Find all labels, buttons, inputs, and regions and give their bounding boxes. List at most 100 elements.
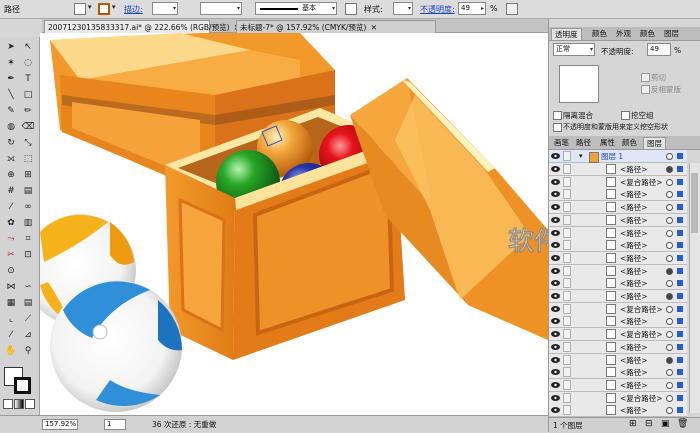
tab-transparency[interactable]: 透明度 xyxy=(551,28,582,40)
layer-item-row[interactable]: <路径> xyxy=(549,239,687,253)
chevron-down-icon[interactable]: ▾ xyxy=(112,3,116,11)
delete-layer-icon[interactable]: 🗑 xyxy=(677,419,688,429)
eye-icon[interactable] xyxy=(551,369,560,376)
eye-icon[interactable] xyxy=(551,293,560,299)
lock-toggle[interactable] xyxy=(563,303,571,314)
mesh-tool-icon[interactable]: # xyxy=(3,184,19,199)
none-mode-icon[interactable] xyxy=(25,399,35,409)
item-label[interactable]: <路径> xyxy=(620,214,648,227)
opacity-field[interactable]: 49 ▸ xyxy=(458,2,486,15)
lock-toggle[interactable] xyxy=(563,176,571,187)
eye-icon[interactable] xyxy=(551,381,560,388)
item-label[interactable]: <路径> xyxy=(620,227,648,240)
lock-toggle[interactable] xyxy=(563,202,571,213)
twirl-tool-icon[interactable]: ∽ xyxy=(20,280,36,295)
page-number-field[interactable]: 1 xyxy=(104,419,126,430)
rectangle-tool-icon[interactable]: □ xyxy=(20,88,36,103)
lock-toggle[interactable] xyxy=(563,291,571,301)
eye-icon[interactable] xyxy=(551,216,560,223)
expand-triangle-icon[interactable]: ▾ xyxy=(579,150,583,163)
artboard-tool-icon[interactable]: ⊡ xyxy=(20,248,36,263)
target-circle-icon[interactable] xyxy=(666,242,673,250)
opacity-mask-define-checkbox[interactable] xyxy=(553,123,562,132)
eye-icon[interactable] xyxy=(551,267,560,274)
paintbrush-icon[interactable]: ✎ xyxy=(3,104,19,119)
item-label[interactable]: <路径> xyxy=(620,341,648,354)
line-tool-icon[interactable]: ╲ xyxy=(3,88,19,103)
color-mode-icon[interactable] xyxy=(3,399,13,409)
item-label[interactable]: <路径> xyxy=(620,163,648,176)
item-label[interactable]: <路径> xyxy=(620,379,648,392)
eye-icon[interactable] xyxy=(551,229,560,236)
target-circle-icon[interactable] xyxy=(666,318,673,326)
stroke-label[interactable]: 描边: xyxy=(124,4,143,15)
target-circle-icon[interactable] xyxy=(666,305,673,313)
eye-icon[interactable] xyxy=(551,178,560,185)
item-label[interactable]: <路径> xyxy=(620,404,648,417)
chevron-down-icon[interactable]: ▾ xyxy=(88,3,92,11)
blend-mode-dropdown[interactable]: 正常 ▾ xyxy=(553,43,595,56)
tab-brushes[interactable]: 画笔 xyxy=(551,137,572,149)
target-circle-icon[interactable] xyxy=(666,178,673,186)
lock-toggle[interactable] xyxy=(563,329,571,340)
layer-row-main[interactable]: ▾ 图层 1 xyxy=(549,150,687,163)
item-label[interactable]: <路径> xyxy=(620,290,648,303)
stroke-swatch[interactable] xyxy=(98,3,110,15)
eraser-icon[interactable]: ⌫ xyxy=(20,120,36,135)
layer-item-row[interactable]: <路径> xyxy=(549,213,687,227)
tab-color-guide[interactable]: 颜色 xyxy=(637,28,658,40)
item-label[interactable]: <复合路径> xyxy=(620,328,663,341)
target-circle-icon[interactable] xyxy=(666,153,673,160)
knockout-group-checkbox[interactable] xyxy=(621,111,630,120)
free-transform-icon[interactable]: ⬚ xyxy=(20,152,36,167)
lock-toggle[interactable] xyxy=(563,189,571,200)
gradient-tool-icon[interactable]: ▤ xyxy=(20,184,36,199)
pen-tool-icon[interactable]: ✒ xyxy=(3,72,19,87)
eyedropper-2-icon[interactable]: ⁄ xyxy=(3,328,19,343)
layer-item-row[interactable]: <路径> xyxy=(549,315,687,329)
lock-toggle[interactable] xyxy=(563,405,571,416)
close-icon[interactable]: ✕ xyxy=(371,23,377,32)
tab-layers[interactable]: 图层 xyxy=(643,137,666,149)
target-circle-icon[interactable] xyxy=(666,191,673,199)
tab-swatches[interactable]: 颜色 xyxy=(619,137,640,149)
layer-item-row[interactable]: <路径> xyxy=(549,378,687,392)
eye-icon[interactable] xyxy=(551,356,560,363)
artboard-canvas[interactable]: 软件自学网 xyxy=(40,33,548,415)
bar-graph-icon[interactable]: ▤ xyxy=(20,296,36,311)
isolate-blending-checkbox[interactable] xyxy=(553,111,562,120)
layer-item-row[interactable]: <路径> xyxy=(549,404,687,418)
perspective-grid-icon[interactable]: ⊞ xyxy=(20,168,36,183)
layer-name[interactable]: 图层 1 xyxy=(601,150,623,163)
scissors-icon[interactable]: ✂ xyxy=(3,248,19,263)
layer-item-row[interactable]: <复合路径> xyxy=(549,175,687,189)
item-label[interactable]: <复合路径> xyxy=(620,392,663,405)
width-tool-icon[interactable]: ⟗ xyxy=(3,152,19,167)
lock-toggle[interactable] xyxy=(563,151,571,161)
warp-tool-icon[interactable]: ⋈ xyxy=(3,280,19,295)
new-layer-icon[interactable]: ⊞ xyxy=(629,419,637,429)
eye-icon[interactable] xyxy=(551,394,560,401)
layer-item-row[interactable]: <复合路径> xyxy=(549,302,687,316)
slice-tool-icon[interactable]: ⌗ xyxy=(20,232,36,247)
eye-icon[interactable] xyxy=(551,191,560,198)
scrollbar-thumb[interactable] xyxy=(691,173,698,233)
target-circle-icon[interactable] xyxy=(666,394,673,402)
type-tool-icon[interactable]: T xyxy=(20,72,36,87)
pencil-icon[interactable]: ✏ xyxy=(20,104,36,119)
stroke-weight-field[interactable]: ▾ xyxy=(152,2,178,15)
lock-toggle[interactable] xyxy=(563,240,571,251)
item-label[interactable]: <路径> xyxy=(620,188,648,201)
target-circle-icon[interactable] xyxy=(666,343,673,351)
shape-builder-icon[interactable]: ⊕ xyxy=(3,168,19,183)
lock-toggle[interactable] xyxy=(563,392,571,403)
opacity-label[interactable]: 不透明度: xyxy=(420,4,455,15)
eye-icon[interactable] xyxy=(551,153,560,159)
layer-item-row[interactable]: <路径> xyxy=(549,277,687,291)
crop-tool-icon[interactable]: ⌞ xyxy=(3,312,19,327)
eye-icon[interactable] xyxy=(551,331,560,338)
item-label[interactable]: <路径> xyxy=(620,252,648,265)
eye-icon[interactable] xyxy=(551,204,560,211)
layers-scrollbar[interactable] xyxy=(689,163,700,413)
tab-document-1[interactable]: 20071230135833317.ai* @ 222.66% (RGB/预览)… xyxy=(44,20,240,33)
